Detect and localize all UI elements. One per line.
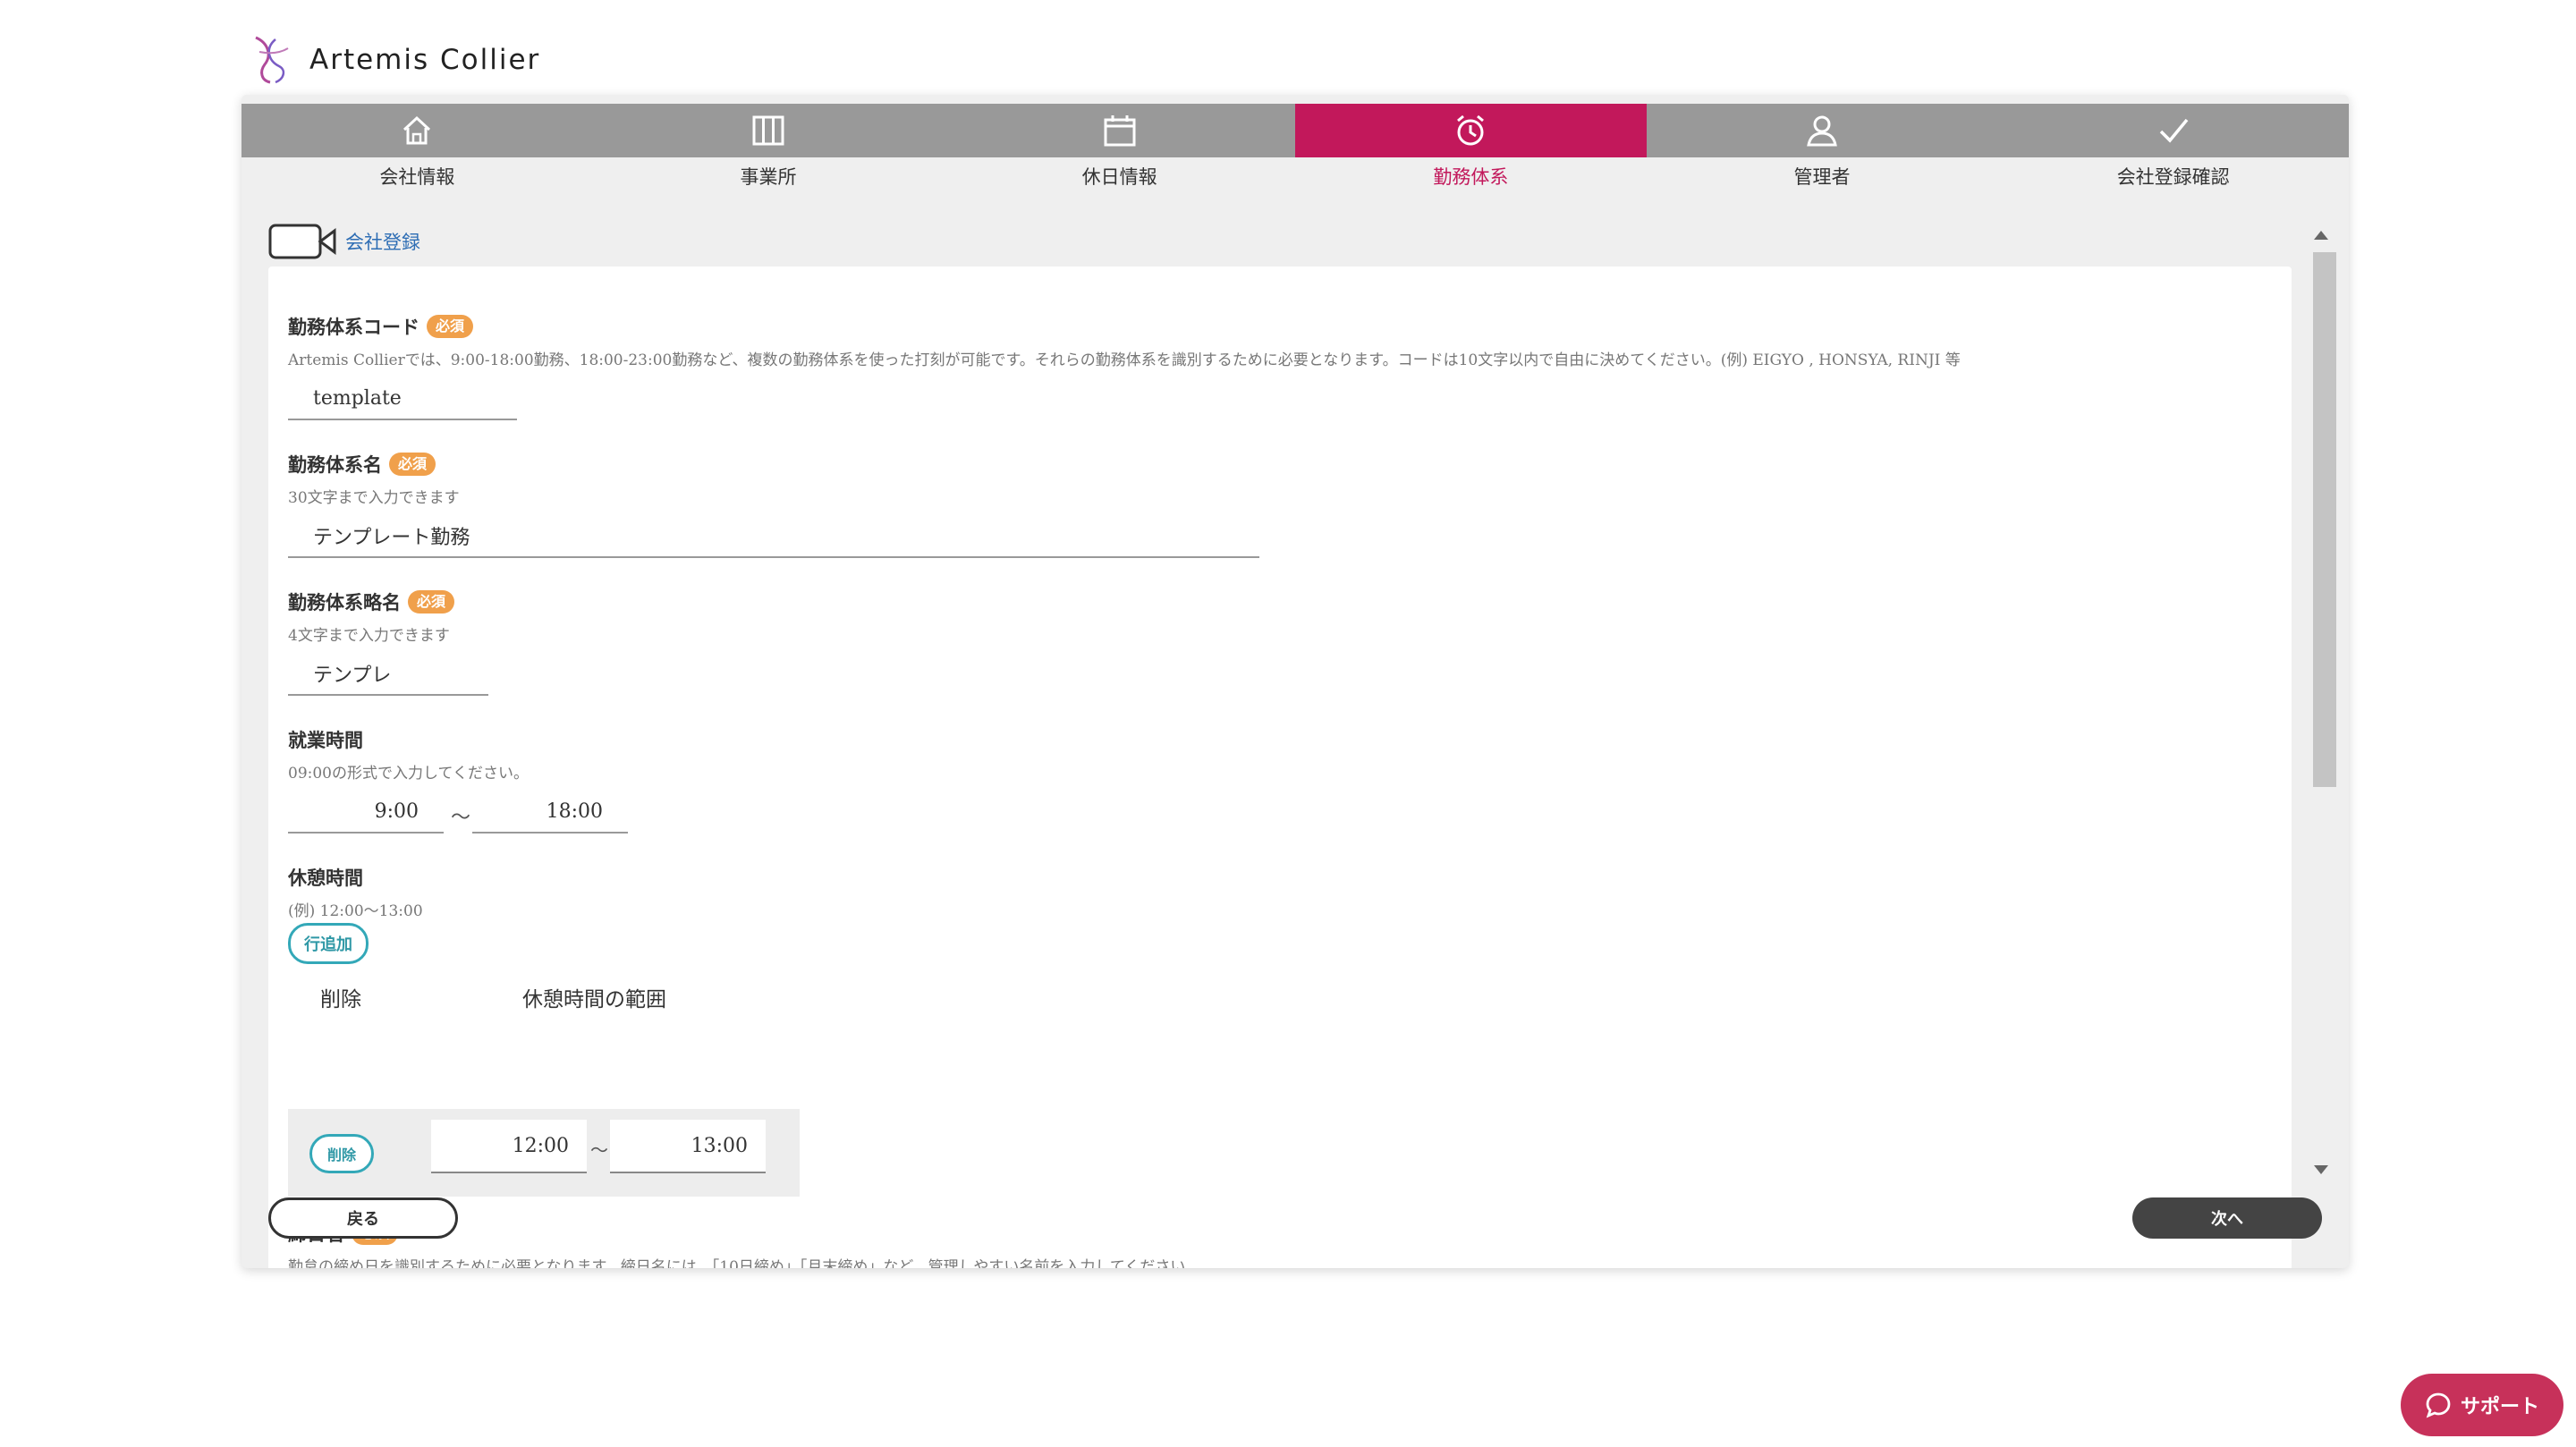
step-admin[interactable]: 管理者 — [1646, 104, 1998, 211]
name-description: 30文字まで入力できます — [288, 489, 460, 507]
break-range-column-header: 休憩時間の範囲 — [522, 988, 666, 1011]
short-name-title-text: 勤務体系略名 — [288, 591, 401, 613]
short-name-field-title: 勤務体系略名 必須 — [288, 588, 455, 615]
step-label: 会社情報 — [379, 166, 455, 188]
step-label: 事業所 — [740, 166, 797, 188]
short-name-description: 4文字まで入力できます — [288, 627, 450, 645]
scrollbar-thumb[interactable] — [2313, 252, 2336, 787]
step-label: 管理者 — [1793, 166, 1851, 188]
registration-card: 会社情報 事業所 休日情報 勤務体系 管理者 会社登録確認 会社登録 勤務体系コ… — [242, 95, 2349, 1268]
chat-bubble-icon — [2426, 1392, 2451, 1418]
name-title-text: 勤務体系名 — [288, 453, 382, 476]
video-camera-icon — [268, 224, 336, 259]
delete-column-header: 削除 — [320, 988, 361, 1011]
break-separator: 〜 — [590, 1139, 608, 1161]
columns-icon — [752, 115, 784, 146]
video-tutorial-link[interactable]: 会社登録 — [268, 222, 420, 261]
step-label: 会社登録確認 — [2116, 166, 2230, 188]
code-title-text: 勤務体系コード — [288, 316, 419, 338]
step-nav: 会社情報 事業所 休日情報 勤務体系 管理者 会社登録確認 — [242, 104, 2349, 211]
work-hours-separator: 〜 — [451, 807, 471, 829]
step-holidays[interactable]: 休日情報 — [944, 104, 1296, 211]
brand-name: Artemis Collier — [309, 44, 541, 76]
work-hours-description: 09:00の形式で入力してください。 — [288, 765, 529, 783]
user-icon — [1807, 115, 1837, 147]
home-icon — [403, 115, 431, 145]
calendar-icon — [1104, 115, 1136, 147]
scroll-up-arrow[interactable] — [2314, 231, 2328, 240]
back-button[interactable]: 戻る — [268, 1197, 458, 1239]
work-hours-field-title: 就業時間 — [288, 726, 363, 753]
required-badge: 必須 — [427, 315, 474, 338]
step-confirm[interactable]: 会社登録確認 — [1997, 104, 2349, 211]
check-icon — [2159, 118, 2189, 143]
code-field-title: 勤務体系コード 必須 — [288, 313, 474, 340]
step-company-info[interactable]: 会社情報 — [242, 104, 593, 211]
step-offices[interactable]: 事業所 — [592, 104, 945, 211]
name-field-title: 勤務体系名 必須 — [288, 451, 436, 478]
scroll-down-arrow[interactable] — [2314, 1165, 2328, 1174]
form-panel: 勤務体系コード 必須 Artemis Collierでは、9:00-18:00勤… — [268, 267, 2292, 1268]
code-input[interactable] — [288, 377, 517, 420]
delete-row-button[interactable]: 削除 — [309, 1134, 374, 1173]
break-row: 削除 〜 — [288, 1109, 800, 1197]
work-hours-title-text: 就業時間 — [288, 729, 363, 751]
step-label: 勤務体系 — [1433, 166, 1509, 188]
add-row-button[interactable]: 行追加 — [288, 923, 369, 964]
next-button[interactable]: 次へ — [2132, 1197, 2322, 1239]
break-field-title: 休憩時間 — [288, 864, 363, 891]
name-input[interactable] — [288, 515, 1259, 558]
break-start-input[interactable] — [431, 1120, 587, 1173]
support-label: サポート — [2460, 1396, 2539, 1418]
required-badge: 必須 — [389, 453, 436, 476]
step-work-patterns[interactable]: 勤務体系 — [1295, 104, 1647, 211]
break-end-input[interactable] — [610, 1120, 766, 1173]
support-button[interactable]: サポート — [2401, 1374, 2563, 1436]
brand-logo: Artemis Collier — [249, 34, 540, 86]
work-start-input[interactable] — [288, 791, 444, 834]
step-label: 休日情報 — [1081, 166, 1157, 188]
closing-name-description: 勤怠の締め日を識別するために必要となります。締日名には、「10日締め」「月末締め… — [288, 1258, 1186, 1268]
break-description: (例) 12:00〜13:00 — [288, 902, 423, 920]
break-title-text: 休憩時間 — [288, 867, 363, 889]
code-description: Artemis Collierでは、9:00-18:00勤務、18:00-23:… — [288, 351, 1961, 369]
work-end-input[interactable] — [472, 791, 628, 834]
video-link-label: 会社登録 — [345, 232, 420, 253]
brand-mark-icon — [255, 36, 289, 84]
short-name-input[interactable] — [288, 653, 488, 696]
alarm-clock-icon — [1457, 114, 1485, 146]
required-badge: 必須 — [408, 590, 455, 613]
